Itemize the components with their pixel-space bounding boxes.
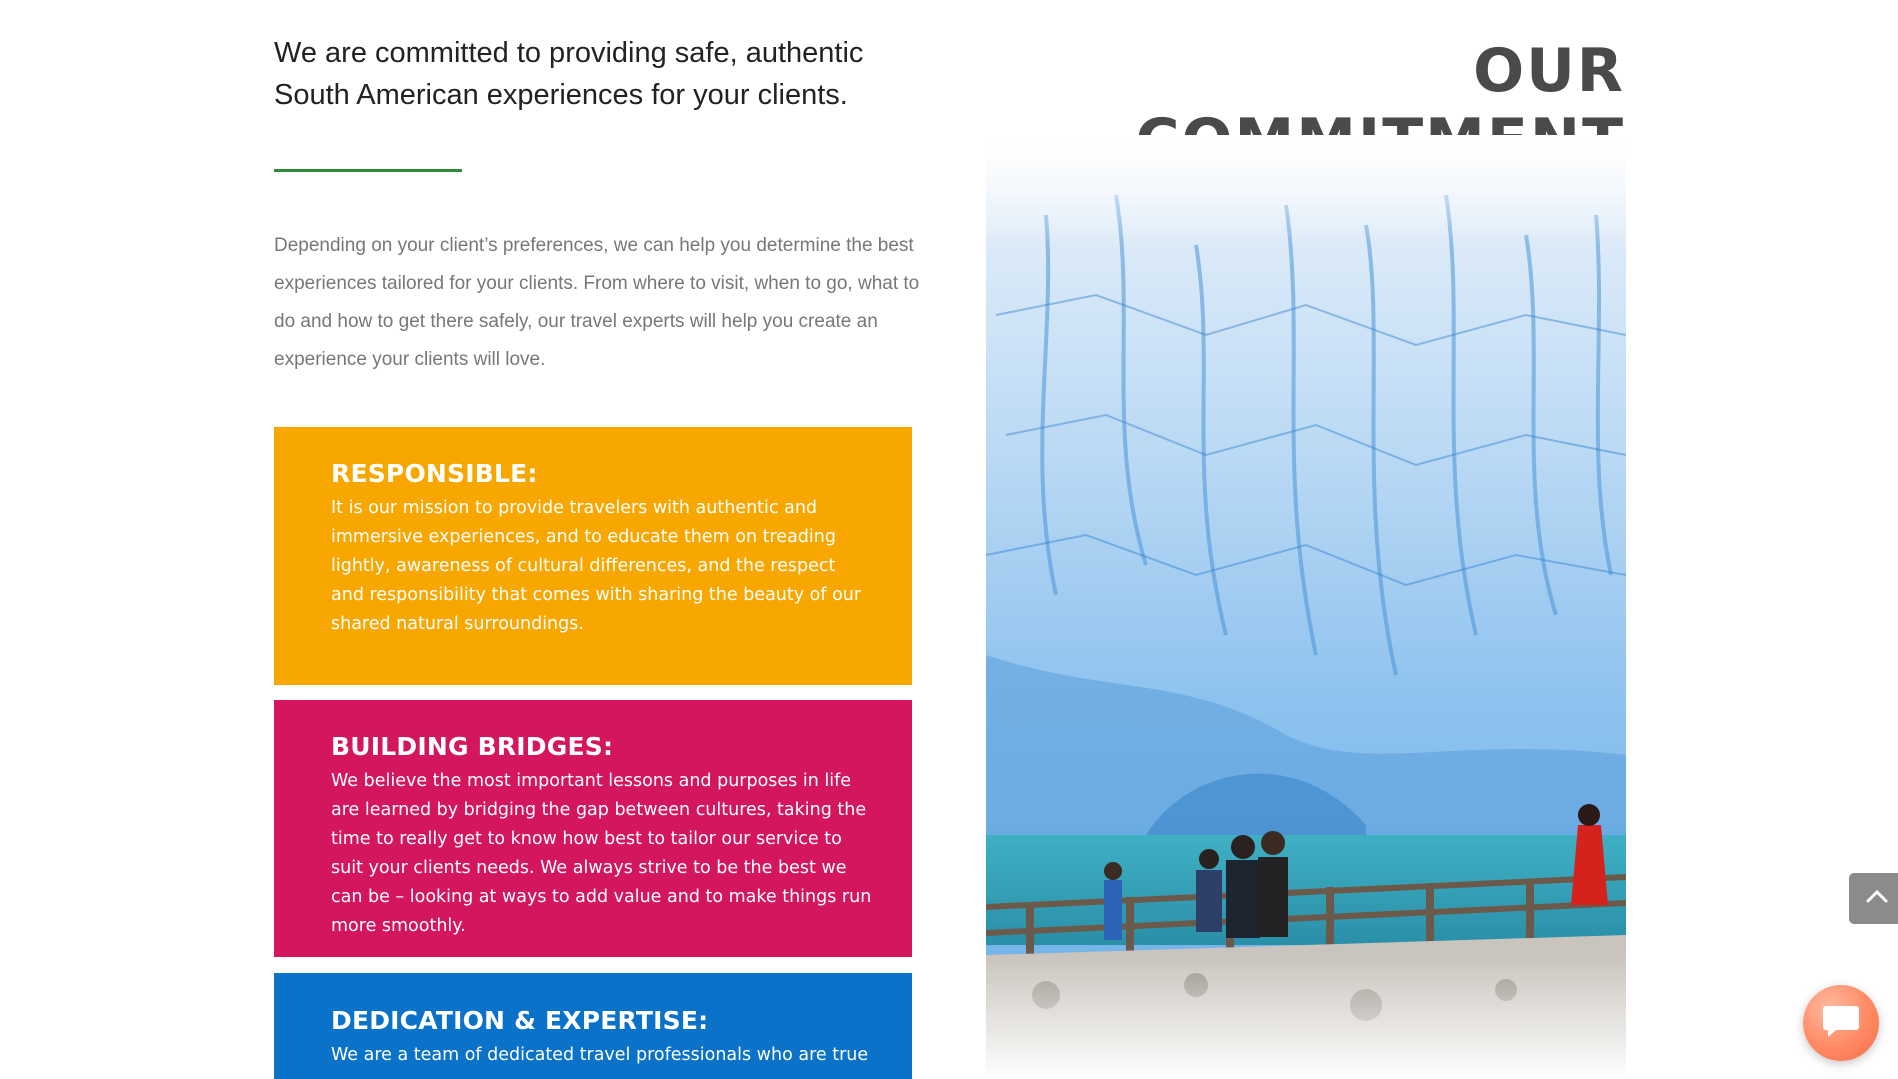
value-card-responsible: RESPONSIBLE: It is our mission to provid… xyxy=(274,427,912,685)
heading-divider xyxy=(274,169,462,172)
value-card-text: We are a team of dedicated travel profes… xyxy=(331,1045,869,1065)
chat-bubble-icon xyxy=(1822,1003,1860,1044)
back-to-top-button[interactable] xyxy=(1849,873,1898,924)
value-card-dedication: DEDICATION & EXPERTISE: We are a team of… xyxy=(274,973,912,1079)
value-card-title: RESPONSIBLE: xyxy=(331,459,538,488)
chevron-up-icon xyxy=(1866,889,1888,908)
value-card-text: It is our mission to provide travelers w… xyxy=(331,498,862,634)
value-card-text: We believe the most important lessons an… xyxy=(331,771,872,936)
value-card-title: BUILDING BRIDGES: xyxy=(331,732,614,761)
intro-paragraph: Depending on your client’s preferences, … xyxy=(274,235,920,370)
intro-heading: We are committed to providing safe, auth… xyxy=(274,37,864,111)
value-card-title: DEDICATION & EXPERTISE: xyxy=(331,1006,709,1035)
value-card-building-bridges: BUILDING BRIDGES: We believe the most im… xyxy=(274,700,912,957)
glacier-photo xyxy=(986,135,1626,1079)
commitment-page: We are committed to providing safe, auth… xyxy=(0,0,1898,1079)
chat-launcher-button[interactable] xyxy=(1803,985,1879,1061)
